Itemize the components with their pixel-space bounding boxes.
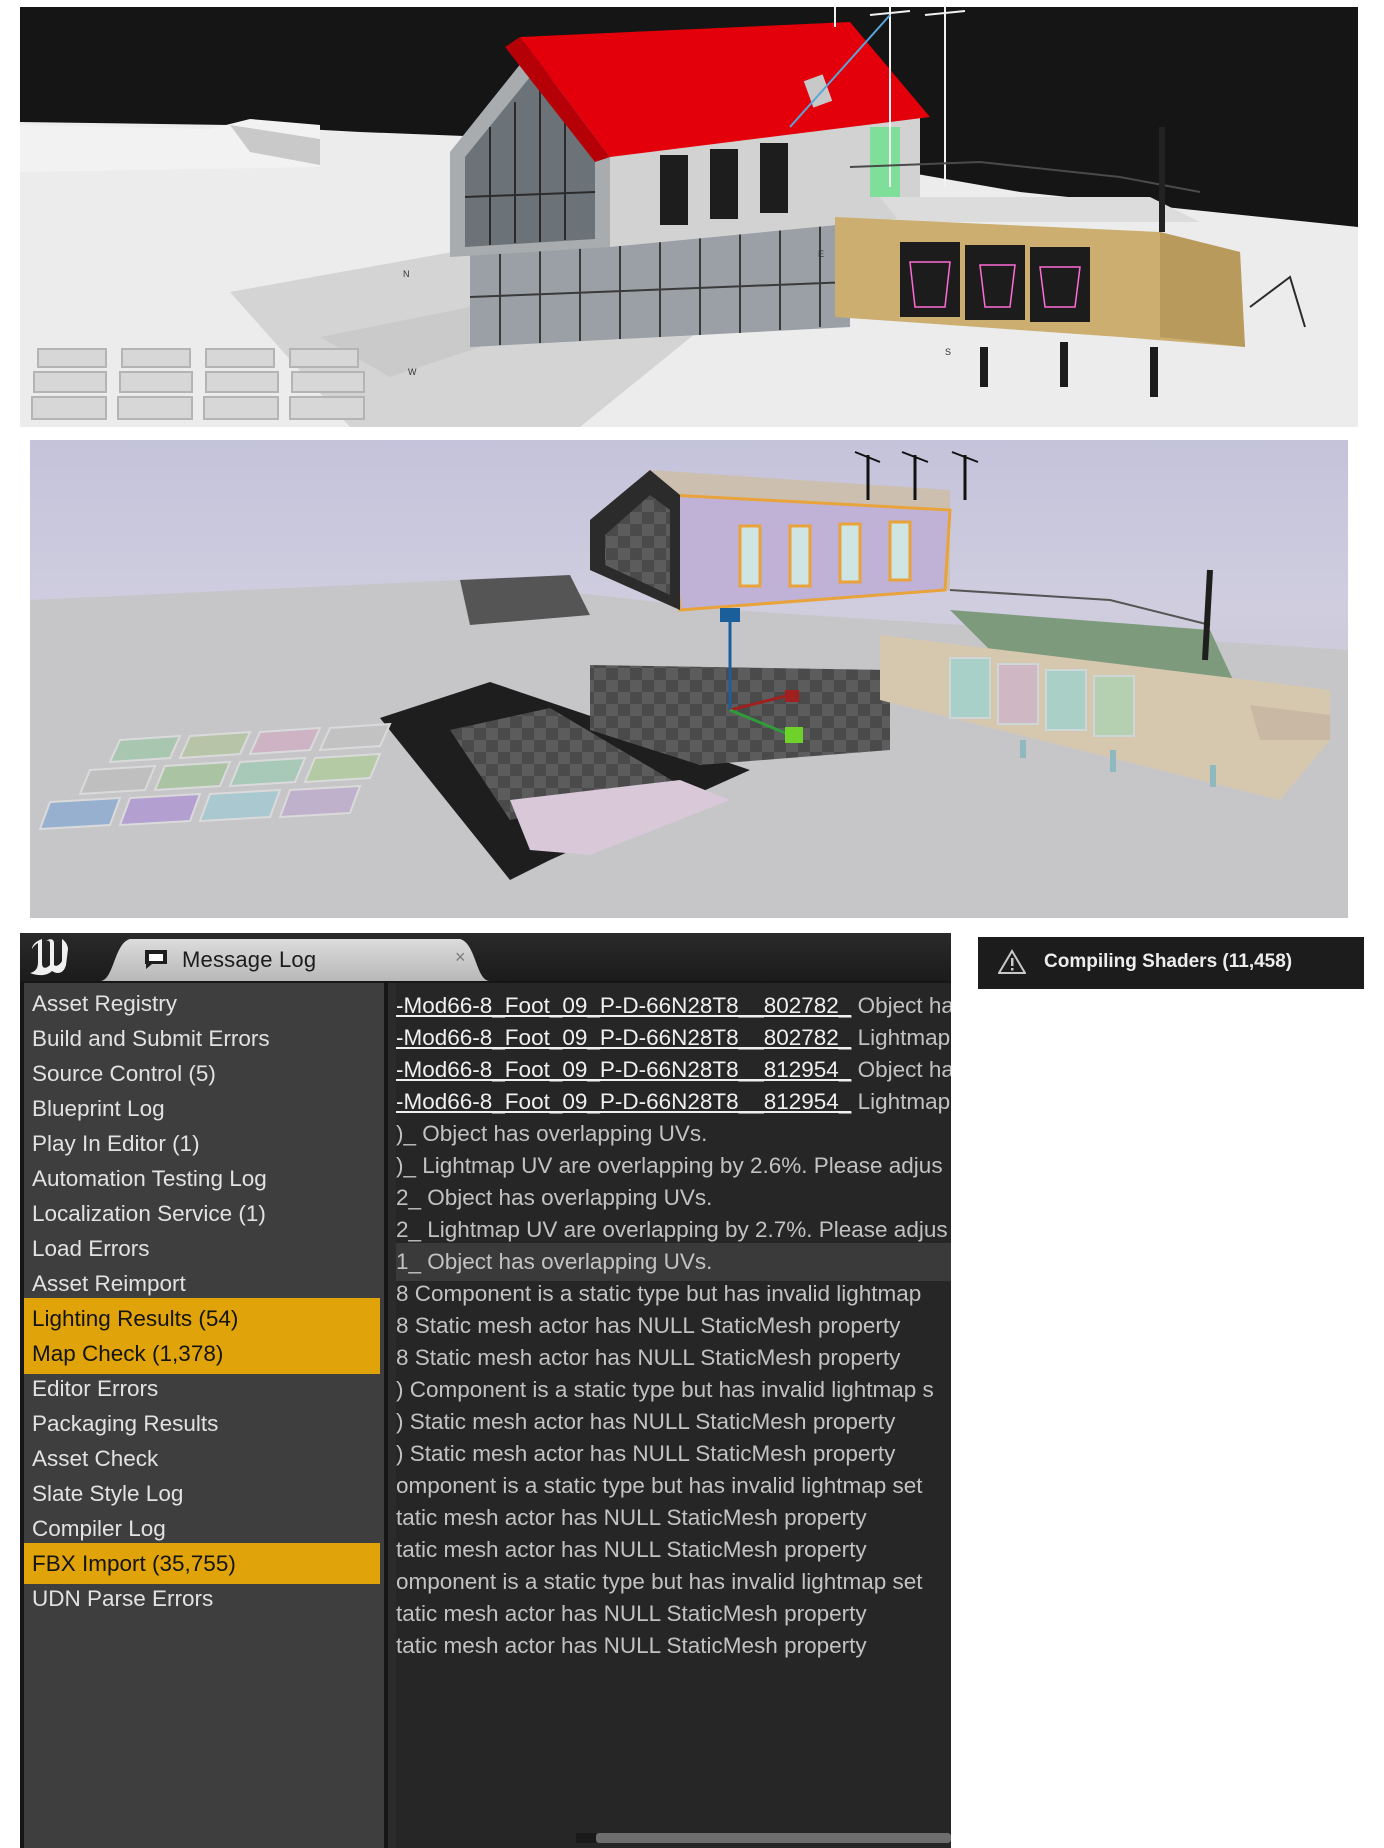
category-udn-parse-errors[interactable]: UDN Parse Errors	[24, 1578, 380, 1619]
log-entry-text: 8 Static mesh actor has NULL StaticMesh …	[396, 1345, 901, 1370]
viewport-lit[interactable]	[30, 440, 1348, 918]
compass-s: S	[945, 347, 951, 357]
compass-w: W	[408, 367, 417, 377]
tab-title: Message Log	[182, 947, 317, 972]
log-entry-text: ) Static mesh actor has NULL StaticMesh …	[396, 1441, 896, 1466]
close-icon[interactable]: ×	[455, 947, 466, 968]
log-category-list: Asset Registry Build and Submit Errors S…	[24, 983, 384, 1848]
log-entry-text: Object has ov	[857, 993, 951, 1018]
log-entry-text: Lightmap UV	[857, 1089, 951, 1114]
viewport-unlit[interactable]: N E S W	[20, 7, 1358, 427]
scrollbar-thumb[interactable]	[596, 1833, 951, 1843]
horizontal-scrollbar[interactable]	[576, 1833, 951, 1843]
log-entry[interactable]: tatic mesh actor has NULL StaticMesh pro…	[396, 1627, 951, 1665]
log-entry-text: omponent is a static type but has invali…	[396, 1473, 923, 1498]
compass-e: E	[818, 249, 824, 259]
log-entry-link[interactable]: -Mod66-8_Foot_09_P-D-66N28T8__812954_	[396, 1057, 851, 1082]
unreal-engine-logo-icon	[30, 939, 68, 976]
warning-icon	[998, 949, 1026, 974]
log-entry-link[interactable]: -Mod66-8_Foot_09_P-D-66N28T8__802782_	[396, 993, 851, 1018]
log-entry-text: tatic mesh actor has NULL StaticMesh pro…	[396, 1505, 867, 1530]
log-entry-text: omponent is a static type but has invali…	[396, 1569, 923, 1594]
compass-n: N	[403, 269, 410, 279]
log-entry-text: tatic mesh actor has NULL StaticMesh pro…	[396, 1601, 867, 1626]
log-messages-list[interactable]: -Mod66-8_Foot_09_P-D-66N28T8__802782_ Ob…	[396, 983, 951, 1848]
log-entry-text: Object has ov	[857, 1057, 951, 1082]
log-entry-link[interactable]: -Mod66-8_Foot_09_P-D-66N28T8__812954_	[396, 1089, 851, 1114]
log-entry-text: 8 Component is a static type but has inv…	[396, 1281, 922, 1306]
message-log-window: Message Log × Asset Registry Build and S…	[20, 933, 951, 1848]
house-render-unlit: N E S W	[20, 7, 1358, 427]
message-log-titlebar: Message Log ×	[20, 933, 951, 981]
log-entry-text: tatic mesh actor has NULL StaticMesh pro…	[396, 1537, 867, 1562]
log-entry-text: ) Static mesh actor has NULL StaticMesh …	[396, 1409, 896, 1434]
compiling-shaders-notification: Compiling Shaders (11,458)	[978, 937, 1364, 989]
log-entry-text: )_ Object has overlapping UVs.	[396, 1121, 708, 1146]
house-render-lit	[30, 440, 1348, 918]
log-entry-text: 2_ Object has overlapping UVs.	[396, 1185, 713, 1210]
log-entry-link[interactable]: -Mod66-8_Foot_09_P-D-66N28T8__802782_	[396, 1025, 851, 1050]
tab-message-log[interactable]: Message Log ×	[100, 937, 490, 981]
log-entry-text: )_ Lightmap UV are overlapping by 2.6%. …	[396, 1153, 943, 1178]
log-entry-text: 2_ Lightmap UV are overlapping by 2.7%. …	[396, 1217, 948, 1242]
log-entry-text: ) Component is a static type but has inv…	[396, 1377, 934, 1402]
notification-text: Compiling Shaders (11,458)	[1044, 951, 1293, 972]
log-entry-text: 1_ Object has overlapping UVs.	[396, 1249, 713, 1274]
message-bubble-icon	[145, 950, 167, 969]
log-entry-text: 8 Static mesh actor has NULL StaticMesh …	[396, 1313, 901, 1338]
log-messages-panel: -Mod66-8_Foot_09_P-D-66N28T8__802782_ Ob…	[388, 983, 951, 1848]
log-entry-text: tatic mesh actor has NULL StaticMesh pro…	[396, 1633, 867, 1658]
log-entry-text: Lightmap UV	[857, 1025, 951, 1050]
